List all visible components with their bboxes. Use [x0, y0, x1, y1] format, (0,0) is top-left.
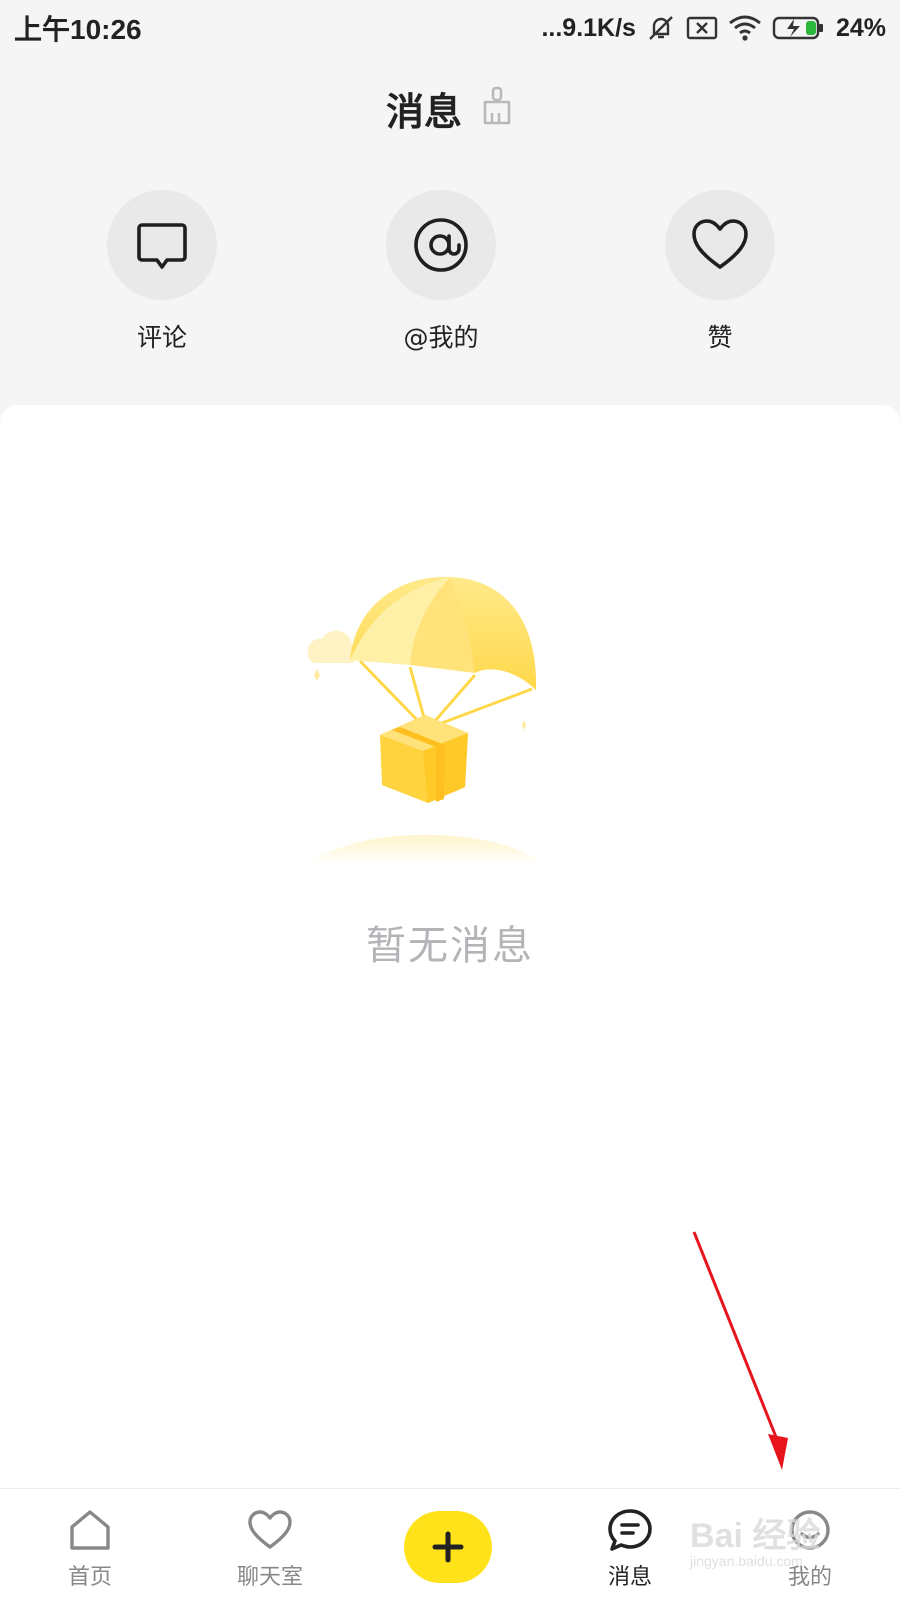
heart-icon [247, 1507, 293, 1553]
empty-state-text: 暂无消息 [366, 923, 534, 969]
status-time: 上午10:26 [14, 14, 142, 45]
publish-button[interactable] [404, 1511, 492, 1583]
like-label: 赞 [707, 323, 733, 352]
network-speed: ...9.1K/s [541, 13, 636, 42]
at-icon [386, 190, 496, 300]
message-icon [607, 1507, 653, 1553]
plus-icon [432, 1531, 464, 1563]
comment-label: 评论 [136, 323, 187, 352]
tab-messages[interactable]: 消息 [560, 1489, 700, 1601]
page-title: 消息 [385, 89, 462, 134]
home-icon [68, 1507, 112, 1553]
tab-chatroom[interactable]: 聊天室 [200, 1489, 340, 1601]
broom-icon[interactable] [480, 86, 514, 130]
status-bar: 上午10:26 ...9.1K/s 24% [0, 0, 900, 56]
quick-actions: 评论 @我的 赞 [0, 190, 900, 360]
mute-bell-icon [646, 13, 676, 43]
parachute-gift-illustration [300, 575, 560, 869]
page-header: 消息 [0, 72, 900, 144]
tab-home[interactable]: 首页 [20, 1489, 160, 1601]
tab-profile-label: 我的 [787, 1565, 832, 1590]
mention-label: @我的 [403, 323, 479, 352]
bottom-tab-bar: 首页 聊天室 消息 我的 [0, 1488, 900, 1601]
sim-off-icon [686, 15, 718, 41]
tab-home-label: 首页 [67, 1565, 112, 1590]
mention-action[interactable]: @我的 [361, 190, 521, 354]
heart-icon [665, 190, 775, 300]
tab-profile[interactable]: 我的 [740, 1489, 880, 1601]
wifi-icon [728, 14, 762, 42]
profile-icon [788, 1507, 832, 1553]
battery-charging-icon [772, 14, 826, 42]
battery-percent: 24% [835, 13, 886, 42]
tab-messages-label: 消息 [607, 1565, 652, 1590]
tab-chatroom-label: 聊天室 [236, 1565, 303, 1590]
comment-action[interactable]: 评论 [82, 190, 242, 354]
status-icons: ...9.1K/s 24% [541, 13, 886, 43]
message-list-panel: 暂无消息 [0, 405, 900, 1488]
like-action[interactable]: 赞 [640, 190, 800, 354]
comment-icon [107, 190, 217, 300]
